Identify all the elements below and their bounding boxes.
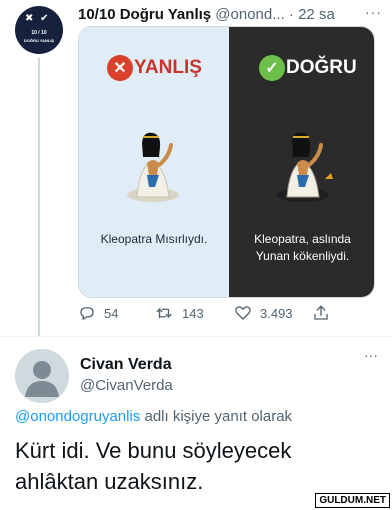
cleopatra-figure <box>277 132 333 202</box>
tweet-image[interactable]: ✕ YANLIŞ Kleopatra Mısırlıydı. ✓ DOĞRU K… <box>78 26 375 298</box>
avatar-score: 10 / 10 <box>31 30 47 36</box>
wrong-panel: ✕ YANLIŞ Kleopatra Mısırlıydı. <box>79 27 229 297</box>
right-caption: Kleopatra, aslında Yunan kökenliydi. <box>229 231 374 265</box>
reply-button[interactable]: 54 <box>78 304 118 322</box>
right-label: DOĞRU <box>286 57 357 78</box>
right-caption-line1: Kleopatra, aslında <box>254 232 351 246</box>
retweet-button[interactable]: 143 <box>154 304 204 322</box>
cleopatra-figure <box>127 132 179 202</box>
reply-icon <box>80 307 94 321</box>
thread-line <box>38 58 40 336</box>
reply-author-name[interactable]: Civan Verda <box>80 356 172 374</box>
reply-author-avatar[interactable] <box>15 349 69 403</box>
tweet-actions: 54 143 3.493 <box>78 304 338 326</box>
replying-suffix: adlı kişiye yanıt olarak <box>140 408 293 425</box>
author-name[interactable]: 10/10 Doğru Yanlış <box>78 6 211 23</box>
right-tag: ✓ DOĞRU <box>259 55 357 81</box>
replying-to: @onondogruyanlis adlı kişiye yanıt olara… <box>15 408 292 425</box>
original-tweet[interactable]: ✖ ✔ 10 / 10 DOĞRU YANLIŞ 10/10 Doğru Yan… <box>0 0 392 336</box>
like-count: 3.493 <box>260 305 293 321</box>
retweet-icon <box>156 307 172 319</box>
reply-author-handle[interactable]: @CivanVerda <box>80 377 173 394</box>
author-handle[interactable]: @onond... <box>215 6 284 23</box>
wrong-tag: ✕ YANLIŞ <box>107 55 202 81</box>
default-avatar-icon <box>15 349 69 403</box>
like-button[interactable]: 3.493 <box>234 304 293 322</box>
separator: · <box>288 6 294 23</box>
wrong-caption: Kleopatra Mısırlıydı. <box>100 232 208 246</box>
heart-icon <box>235 306 251 320</box>
cross-icon: ✕ <box>107 55 133 81</box>
tweet-time[interactable]: 22 sa <box>298 6 335 23</box>
site-watermark: GULDUM.NET <box>315 493 390 508</box>
share-button[interactable] <box>312 304 338 322</box>
author-avatar[interactable]: ✖ ✔ 10 / 10 DOĞRU YANLIŞ <box>15 6 63 54</box>
tweet-header: 10/10 Doğru Yanlış @onond... · 22 sa <box>78 6 378 23</box>
wrong-label: YANLIŞ <box>134 57 202 78</box>
more-options-icon[interactable]: ··· <box>364 347 378 363</box>
retweet-count: 143 <box>182 305 204 321</box>
replying-mention[interactable]: @onondogruyanlis <box>15 408 140 425</box>
avatar-icons: ✖ ✔ <box>25 13 51 24</box>
check-icon: ✓ <box>259 55 285 81</box>
more-options-icon[interactable]: ··· <box>365 4 382 20</box>
right-caption-line2: Yunan kökenliydi. <box>255 249 350 263</box>
right-panel: ✓ DOĞRU Kleopatra, aslında Yunan kökenli… <box>229 27 374 297</box>
reply-count: 54 <box>104 305 119 321</box>
reply-text: Kürt idi. Ve bunu söyleyecek ahlâktan uz… <box>15 438 292 494</box>
reply-tweet[interactable]: Civan Verda @CivanVerda ··· @onondogruya… <box>0 336 392 510</box>
avatar-brand: DOĞRU YANLIŞ <box>23 38 55 43</box>
share-icon <box>314 305 328 320</box>
